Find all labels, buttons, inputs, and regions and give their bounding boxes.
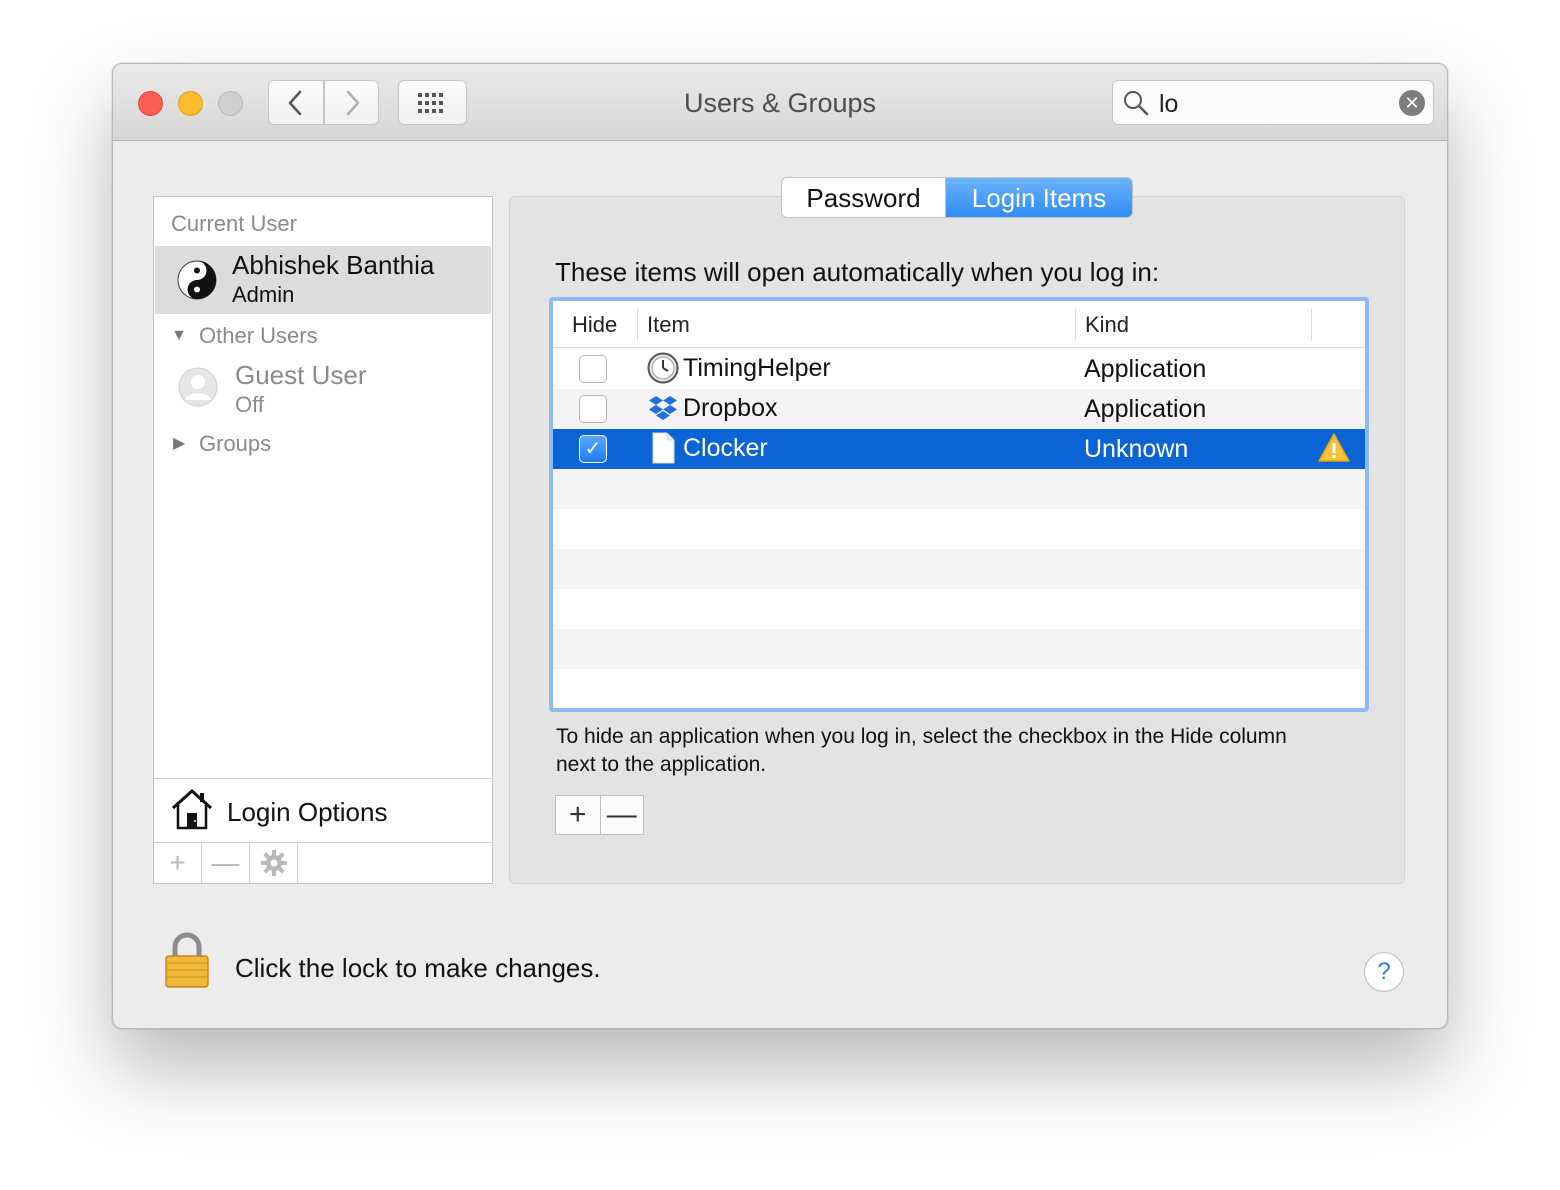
- hide-help-text: To hide an application when you log in, …: [556, 725, 1287, 776]
- empty-row: [553, 509, 1365, 549]
- add-user-button[interactable]: +: [154, 843, 202, 883]
- column-divider: [637, 309, 638, 341]
- item-kind: Unknown: [1084, 435, 1189, 463]
- remove-login-item-button[interactable]: —: [599, 796, 644, 834]
- search-icon: [1124, 91, 1149, 116]
- item-name: Dropbox: [683, 394, 778, 422]
- search-input[interactable]: lo: [1159, 90, 1178, 119]
- empty-row: [553, 469, 1365, 509]
- users-groups-window: Users & Groups lo ✕ Current User Abhishe…: [112, 63, 1448, 1029]
- table-row[interactable]: TimingHelper Application: [553, 349, 1365, 389]
- clear-search-icon[interactable]: ✕: [1399, 90, 1425, 116]
- login-options-item[interactable]: Login Options: [154, 778, 492, 843]
- remove-user-button[interactable]: —: [202, 843, 250, 883]
- add-remove-control: + —: [555, 795, 644, 835]
- other-users-header: Other Users: [199, 323, 318, 348]
- tab-bar: Password Login Items: [781, 177, 1133, 218]
- current-user-role: Admin: [232, 282, 295, 307]
- current-user-header: Current User: [171, 211, 297, 236]
- item-name: Clocker: [683, 434, 768, 462]
- item-name: TimingHelper: [683, 354, 831, 382]
- search-field[interactable]: lo ✕: [1112, 80, 1434, 125]
- empty-row: [553, 629, 1365, 669]
- users-sidebar: Current User Abhishek Banthia Admin ▼ Ot…: [153, 196, 493, 884]
- sidebar-toolbar: + —: [154, 843, 492, 883]
- login-items-table[interactable]: Hide Item Kind TimingHelper Application: [549, 297, 1369, 712]
- column-header-hide[interactable]: Hide: [572, 312, 617, 338]
- item-kind: Application: [1084, 355, 1207, 383]
- disclosure-open-icon[interactable]: ▼: [171, 327, 187, 345]
- house-icon: [171, 789, 213, 830]
- empty-row: [553, 589, 1365, 629]
- groups-header[interactable]: Groups: [199, 431, 271, 457]
- tab-password[interactable]: Password: [782, 178, 946, 217]
- hide-checkbox-checked[interactable]: ✓: [579, 435, 607, 463]
- document-icon: [652, 432, 675, 464]
- guest-user-status: Off: [235, 392, 264, 417]
- column-header-item[interactable]: Item: [647, 312, 690, 338]
- add-login-item-button[interactable]: +: [556, 796, 600, 834]
- hide-checkbox[interactable]: [579, 395, 607, 423]
- item-kind: Application: [1084, 395, 1207, 423]
- table-row-selected[interactable]: ✓ Clocker Unknown: [553, 429, 1365, 469]
- login-options-label: Login Options: [227, 797, 388, 827]
- help-button[interactable]: ?: [1364, 952, 1404, 992]
- hide-checkbox[interactable]: [579, 355, 607, 383]
- login-items-intro: These items will open automatically when…: [555, 257, 1160, 287]
- dropbox-icon: [649, 396, 677, 420]
- empty-row: [553, 549, 1365, 589]
- clock-icon: [647, 352, 679, 384]
- column-divider: [1075, 309, 1076, 341]
- action-menu-button[interactable]: [250, 843, 298, 883]
- guest-avatar-icon: [178, 367, 218, 407]
- column-divider: [1311, 309, 1312, 341]
- yin-yang-avatar-icon: [177, 260, 217, 300]
- gear-icon: [260, 850, 287, 876]
- table-row[interactable]: Dropbox Application: [553, 389, 1365, 429]
- tab-login-items[interactable]: Login Items: [946, 178, 1132, 217]
- column-header-kind[interactable]: Kind: [1085, 312, 1129, 338]
- guest-user-name: Guest User: [235, 360, 367, 390]
- title-bar: Users & Groups lo ✕: [113, 64, 1447, 141]
- lock-icon[interactable]: [163, 932, 211, 990]
- disclosure-closed-icon[interactable]: ▶: [173, 433, 185, 453]
- current-user-item[interactable]: Abhishek Banthia Admin: [155, 246, 491, 314]
- table-header: Hide Item Kind: [553, 301, 1365, 348]
- lock-message: Click the lock to make changes.: [235, 953, 601, 983]
- warning-icon: [1318, 433, 1350, 462]
- current-user-name: Abhishek Banthia: [232, 250, 435, 280]
